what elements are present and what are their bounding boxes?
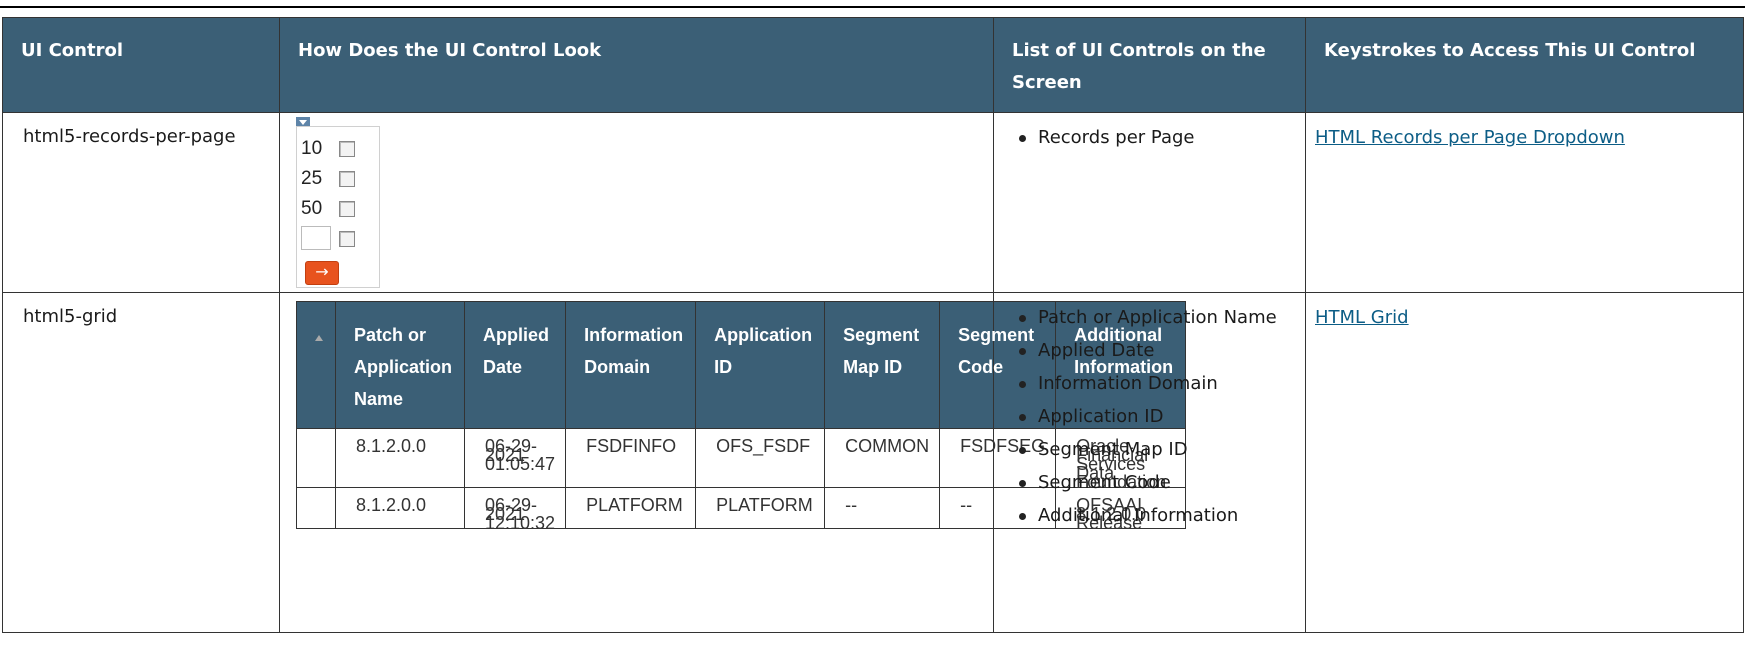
control-name: html5-grid	[2, 292, 280, 633]
records-per-page-dropdown[interactable]: 10 25 50 →	[296, 117, 396, 288]
grid-cell: FSDFINFO	[565, 428, 697, 488]
header-how-it-looks: How Does the UI Control Look	[279, 17, 994, 113]
list-item: Segment Map ID	[1014, 438, 1295, 462]
grid-cell: 8.1.2.0.0	[335, 428, 465, 488]
control-preview: 10 25 50 →	[279, 112, 994, 293]
checkbox[interactable]	[339, 141, 355, 157]
list-item: Applied Date	[1014, 339, 1295, 363]
option-10[interactable]: 10	[301, 136, 371, 162]
grid-cell: 06-29-2021 01:05:47	[463, 428, 567, 488]
controls-list-cell: Records per Page	[993, 112, 1306, 293]
grid-cell: PLATFORM	[565, 487, 697, 529]
list-item: Patch or Application Name	[1014, 306, 1295, 330]
checkbox[interactable]	[339, 231, 355, 247]
list-item: Information Domain	[1014, 372, 1295, 396]
control-preview: Patch or Application Name Applied Date I…	[279, 292, 1187, 633]
header-list-of-controls: List of UI Controls on the Screen	[993, 17, 1306, 113]
grid-cell: OFS_FSDF	[695, 428, 826, 488]
list-item: Additional Information	[1014, 504, 1295, 528]
custom-count-input[interactable]	[301, 226, 331, 250]
controls-list-cell: Patch or Application Name Applied Date I…	[993, 292, 1306, 633]
controls-list: Patch or Application Name Applied Date I…	[1014, 306, 1295, 528]
list-item: Records per Page	[1014, 126, 1295, 150]
option-25[interactable]: 25	[301, 166, 371, 192]
grid-cell: 06-29-2021 12:10:32	[463, 487, 567, 532]
grid-cell: COMMON	[824, 428, 941, 488]
records-per-page-link[interactable]: HTML Records per Page Dropdown	[1315, 127, 1625, 148]
keystroke-cell: HTML Records per Page Dropdown	[1305, 112, 1744, 293]
html-grid-link[interactable]: HTML Grid	[1315, 307, 1409, 328]
dropdown-panel: 10 25 50 →	[296, 126, 380, 288]
keystroke-cell: HTML Grid	[1305, 292, 1744, 633]
top-rule	[0, 6, 1745, 8]
header-row: UI Control How Does the UI Control Look …	[2, 17, 1744, 113]
arrow-right-icon: →	[315, 262, 329, 281]
grid-col-header[interactable]: Information Domain	[565, 301, 697, 429]
grid-cell: PLATFORM	[695, 487, 826, 529]
table-row: html5-records-per-page 10 25 50 → Record…	[2, 112, 1744, 293]
grid-col-header[interactable]: Segment Map ID	[824, 301, 941, 429]
grid-cell: --	[824, 487, 941, 529]
list-item: Segment Code	[1014, 471, 1295, 495]
option-50[interactable]: 50	[301, 196, 371, 222]
grid-cell: 8.1.2.0.0	[335, 487, 465, 529]
grid-col-header[interactable]: Application ID	[695, 301, 826, 429]
go-button[interactable]: →	[305, 261, 339, 285]
header-ui-control: UI Control	[2, 17, 280, 113]
checkbox[interactable]	[339, 201, 355, 217]
control-name: html5-records-per-page	[2, 112, 280, 293]
chevron-down-icon[interactable]	[296, 117, 310, 126]
ui-controls-table: UI Control How Does the UI Control Look …	[2, 17, 1744, 633]
grid-col-header[interactable]: Applied Date	[463, 301, 567, 429]
controls-list: Records per Page	[1014, 126, 1295, 150]
grid-col-header[interactable]: Patch or Application Name	[335, 301, 465, 429]
checkbox[interactable]	[339, 171, 355, 187]
table-row: html5-grid Patch or Application Name App…	[2, 292, 1744, 633]
option-custom[interactable]	[301, 226, 371, 252]
header-keystrokes: Keystrokes to Access This UI Control	[1305, 17, 1744, 113]
sort-icon[interactable]	[296, 301, 336, 429]
list-item: Application ID	[1014, 405, 1295, 429]
